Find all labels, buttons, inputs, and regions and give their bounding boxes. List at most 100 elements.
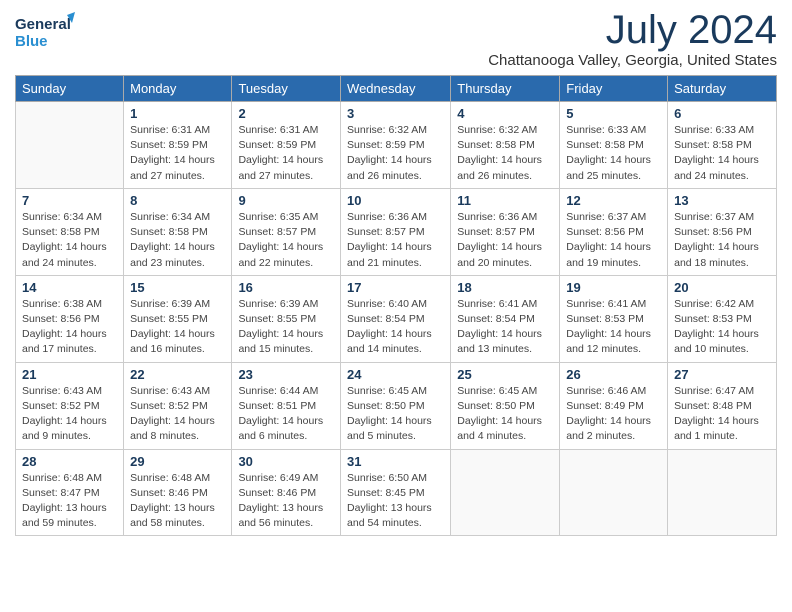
day-info: Sunrise: 6:49 AM Sunset: 8:46 PM Dayligh… bbox=[238, 471, 334, 532]
day-number: 1 bbox=[130, 106, 225, 121]
calendar-day-cell bbox=[668, 449, 777, 536]
day-info: Sunrise: 6:44 AM Sunset: 8:51 PM Dayligh… bbox=[238, 384, 334, 445]
calendar-day-cell: 4Sunrise: 6:32 AM Sunset: 8:58 PM Daylig… bbox=[451, 102, 560, 189]
day-number: 31 bbox=[347, 454, 444, 469]
day-number: 6 bbox=[674, 106, 770, 121]
title-block: July 2024 Chattanooga Valley, Georgia, U… bbox=[488, 10, 777, 69]
calendar-day-cell: 13 Sunrise: 6:37 AM Sunset: 8:56 PM Dayli… bbox=[668, 188, 777, 275]
day-info: Sunrise: 6:32 AM Sunset: 8:59 PM Dayligh… bbox=[347, 123, 444, 184]
calendar-day-cell bbox=[451, 449, 560, 536]
day-info: Sunrise: 6:50 AM Sunset: 8:45 PM Dayligh… bbox=[347, 471, 444, 532]
calendar-day-cell bbox=[16, 102, 124, 189]
weekday-header: Sunday bbox=[16, 76, 124, 102]
day-info: Sunrise: 6:37 AM Sunset: 8:56 PM Dayligh… bbox=[674, 210, 770, 271]
day-info: Sunrise: 6:48 AM Sunset: 8:47 PM Dayligh… bbox=[22, 471, 117, 532]
calendar-day-cell: 26 Sunrise: 6:46 AM Sunset: 8:49 PM Dayli… bbox=[560, 362, 668, 449]
logo: General Blue bbox=[15, 10, 75, 54]
day-info: Sunrise: 6:33 AM Sunset: 8:58 PM Dayligh… bbox=[674, 123, 770, 184]
calendar-header-row: SundayMondayTuesdayWednesdayThursdayFrid… bbox=[16, 76, 777, 102]
day-info: Sunrise: 6:43 AM Sunset: 8:52 PM Dayligh… bbox=[130, 384, 225, 445]
weekday-header: Thursday bbox=[451, 76, 560, 102]
day-number: 21 bbox=[22, 367, 117, 382]
day-number: 23 bbox=[238, 367, 334, 382]
month-title: July 2024 bbox=[488, 10, 777, 50]
logo-svg: General Blue bbox=[15, 10, 75, 54]
calendar-table: SundayMondayTuesdayWednesdayThursdayFrid… bbox=[15, 75, 777, 536]
calendar-day-cell: 14 Sunrise: 6:38 AM Sunset: 8:56 PM Dayli… bbox=[16, 275, 124, 362]
day-number: 7 bbox=[22, 193, 117, 208]
calendar-day-cell: 11 Sunrise: 6:36 AM Sunset: 8:57 PM Dayli… bbox=[451, 188, 560, 275]
calendar-week-row: 1 Sunrise: 6:31 AM Sunset: 8:59 PM Daylig… bbox=[16, 102, 777, 189]
day-info: Sunrise: 6:45 AM Sunset: 8:50 PM Dayligh… bbox=[457, 384, 553, 445]
calendar-day-cell: 3Sunrise: 6:32 AM Sunset: 8:59 PM Daylig… bbox=[341, 102, 451, 189]
weekday-header: Tuesday bbox=[232, 76, 341, 102]
calendar-day-cell: 10Sunrise: 6:36 AM Sunset: 8:57 PM Dayli… bbox=[341, 188, 451, 275]
day-number: 17 bbox=[347, 280, 444, 295]
calendar-day-cell: 24Sunrise: 6:45 AM Sunset: 8:50 PM Dayli… bbox=[341, 362, 451, 449]
calendar-day-cell: 30 Sunrise: 6:49 AM Sunset: 8:46 PM Dayli… bbox=[232, 449, 341, 536]
day-info: Sunrise: 6:36 AM Sunset: 8:57 PM Dayligh… bbox=[457, 210, 553, 271]
day-number: 8 bbox=[130, 193, 225, 208]
day-info: Sunrise: 6:38 AM Sunset: 8:56 PM Dayligh… bbox=[22, 297, 117, 358]
day-info: Sunrise: 6:39 AM Sunset: 8:55 PM Dayligh… bbox=[130, 297, 225, 358]
day-info: Sunrise: 6:48 AM Sunset: 8:46 PM Dayligh… bbox=[130, 471, 225, 532]
day-number: 19 bbox=[566, 280, 661, 295]
day-info: Sunrise: 6:31 AM Sunset: 8:59 PM Dayligh… bbox=[238, 123, 334, 184]
calendar-day-cell: 18 Sunrise: 6:41 AM Sunset: 8:54 PM Dayli… bbox=[451, 275, 560, 362]
day-info: Sunrise: 6:47 AM Sunset: 8:48 PM Dayligh… bbox=[674, 384, 770, 445]
day-number: 13 bbox=[674, 193, 770, 208]
day-number: 26 bbox=[566, 367, 661, 382]
day-info: Sunrise: 6:34 AM Sunset: 8:58 PM Dayligh… bbox=[130, 210, 225, 271]
header: General Blue July 2024 Chattanooga Valle… bbox=[15, 10, 777, 69]
day-number: 15 bbox=[130, 280, 225, 295]
calendar-day-cell: 16Sunrise: 6:39 AM Sunset: 8:55 PM Dayli… bbox=[232, 275, 341, 362]
weekday-header: Monday bbox=[124, 76, 232, 102]
calendar-day-cell: 20 Sunrise: 6:42 AM Sunset: 8:53 PM Dayli… bbox=[668, 275, 777, 362]
day-number: 12 bbox=[566, 193, 661, 208]
calendar-day-cell: 29 Sunrise: 6:48 AM Sunset: 8:46 PM Dayli… bbox=[124, 449, 232, 536]
weekday-header: Saturday bbox=[668, 76, 777, 102]
day-info: Sunrise: 6:40 AM Sunset: 8:54 PM Dayligh… bbox=[347, 297, 444, 358]
day-number: 25 bbox=[457, 367, 553, 382]
calendar-week-row: 14 Sunrise: 6:38 AM Sunset: 8:56 PM Dayli… bbox=[16, 275, 777, 362]
day-info: Sunrise: 6:41 AM Sunset: 8:54 PM Dayligh… bbox=[457, 297, 553, 358]
calendar-day-cell: 23 Sunrise: 6:44 AM Sunset: 8:51 PM Dayli… bbox=[232, 362, 341, 449]
day-info: Sunrise: 6:37 AM Sunset: 8:56 PM Dayligh… bbox=[566, 210, 661, 271]
calendar-day-cell: 27Sunrise: 6:47 AM Sunset: 8:48 PM Dayli… bbox=[668, 362, 777, 449]
calendar-day-cell: 12 Sunrise: 6:37 AM Sunset: 8:56 PM Dayli… bbox=[560, 188, 668, 275]
calendar-day-cell: 2 Sunrise: 6:31 AM Sunset: 8:59 PM Daylig… bbox=[232, 102, 341, 189]
calendar-day-cell: 22Sunrise: 6:43 AM Sunset: 8:52 PM Dayli… bbox=[124, 362, 232, 449]
day-number: 29 bbox=[130, 454, 225, 469]
svg-text:Blue: Blue bbox=[15, 33, 48, 50]
day-number: 18 bbox=[457, 280, 553, 295]
calendar-day-cell: 21 Sunrise: 6:43 AM Sunset: 8:52 PM Dayli… bbox=[16, 362, 124, 449]
calendar-day-cell: 6 Sunrise: 6:33 AM Sunset: 8:58 PM Daylig… bbox=[668, 102, 777, 189]
calendar-day-cell: 25 Sunrise: 6:45 AM Sunset: 8:50 PM Dayli… bbox=[451, 362, 560, 449]
day-info: Sunrise: 6:46 AM Sunset: 8:49 PM Dayligh… bbox=[566, 384, 661, 445]
weekday-header: Wednesday bbox=[341, 76, 451, 102]
day-number: 24 bbox=[347, 367, 444, 382]
day-info: Sunrise: 6:33 AM Sunset: 8:58 PM Dayligh… bbox=[566, 123, 661, 184]
calendar-day-cell: 8 Sunrise: 6:34 AM Sunset: 8:58 PM Daylig… bbox=[124, 188, 232, 275]
day-number: 2 bbox=[238, 106, 334, 121]
calendar-day-cell: 1 Sunrise: 6:31 AM Sunset: 8:59 PM Daylig… bbox=[124, 102, 232, 189]
day-number: 20 bbox=[674, 280, 770, 295]
day-info: Sunrise: 6:31 AM Sunset: 8:59 PM Dayligh… bbox=[130, 123, 225, 184]
day-number: 16 bbox=[238, 280, 334, 295]
calendar-day-cell bbox=[560, 449, 668, 536]
day-info: Sunrise: 6:42 AM Sunset: 8:53 PM Dayligh… bbox=[674, 297, 770, 358]
calendar-week-row: 28 Sunrise: 6:48 AM Sunset: 8:47 PM Dayli… bbox=[16, 449, 777, 536]
calendar-day-cell: 17 Sunrise: 6:40 AM Sunset: 8:54 PM Dayli… bbox=[341, 275, 451, 362]
day-info: Sunrise: 6:34 AM Sunset: 8:58 PM Dayligh… bbox=[22, 210, 117, 271]
day-info: Sunrise: 6:32 AM Sunset: 8:58 PM Dayligh… bbox=[457, 123, 553, 184]
day-info: Sunrise: 6:43 AM Sunset: 8:52 PM Dayligh… bbox=[22, 384, 117, 445]
calendar-day-cell: 7 Sunrise: 6:34 AM Sunset: 8:58 PM Daylig… bbox=[16, 188, 124, 275]
day-info: Sunrise: 6:35 AM Sunset: 8:57 PM Dayligh… bbox=[238, 210, 334, 271]
day-number: 5 bbox=[566, 106, 661, 121]
day-number: 11 bbox=[457, 193, 553, 208]
svg-text:General: General bbox=[15, 16, 71, 33]
day-number: 28 bbox=[22, 454, 117, 469]
day-info: Sunrise: 6:36 AM Sunset: 8:57 PM Dayligh… bbox=[347, 210, 444, 271]
day-number: 30 bbox=[238, 454, 334, 469]
day-number: 14 bbox=[22, 280, 117, 295]
